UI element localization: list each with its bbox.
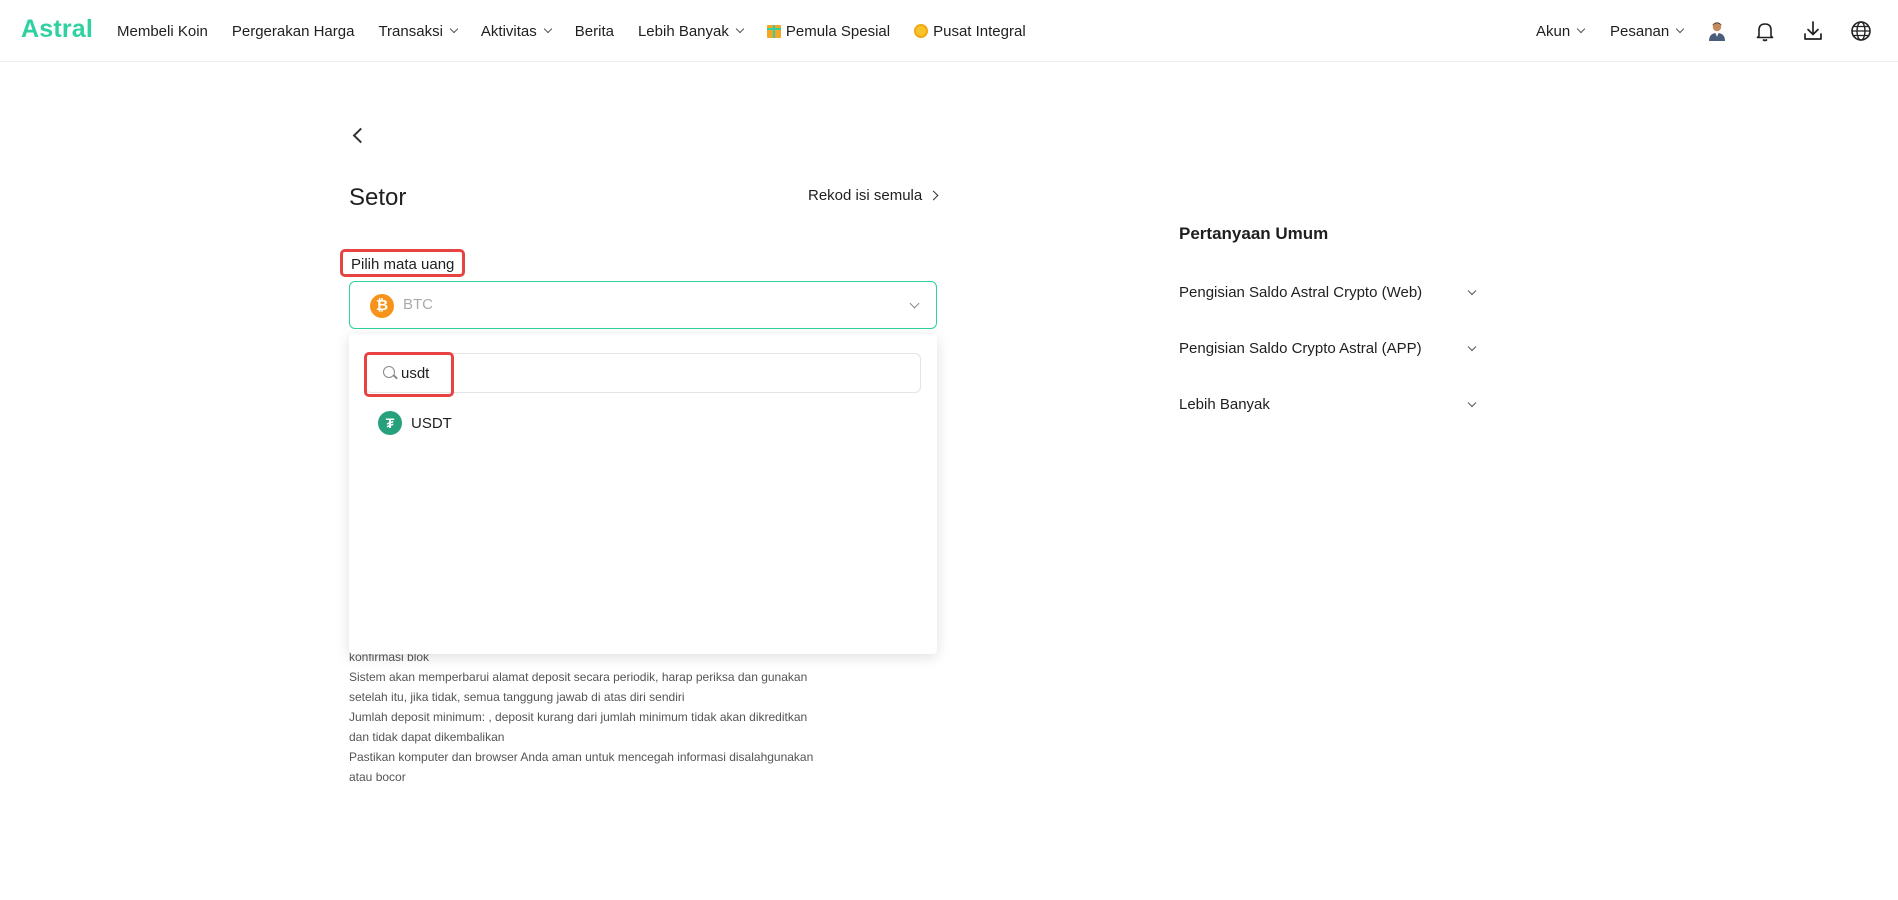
search-icon — [383, 366, 395, 378]
nav-item-integral-center[interactable]: Pusat Integral — [914, 23, 1026, 40]
faq-item-web-deposit[interactable]: Pengisian Saldo Astral Crypto (Web) — [1179, 284, 1481, 308]
currency-field-label: Pilih mata uang — [340, 249, 466, 277]
nav-item-price-movement[interactable]: Pergerakan Harga — [232, 23, 355, 40]
nav-item-transaction[interactable]: Transaksi — [378, 22, 459, 40]
chevron-right-icon — [928, 190, 939, 201]
nav-item-more[interactable]: Lebih Banyak — [637, 22, 745, 40]
note-line: setelah itu, jika tidak, semua tanggung … — [349, 690, 685, 704]
chevron-down-icon — [1576, 24, 1586, 34]
record-link-label: Rekod isi semula — [808, 187, 923, 204]
deposit-record-link[interactable]: Rekod isi semula — [808, 187, 939, 204]
chevron-down-icon — [1675, 24, 1685, 34]
nav-item-beginner-special[interactable]: Pemula Spesial — [766, 22, 891, 40]
globe-icon[interactable] — [1849, 19, 1873, 43]
chevron-down-icon — [1467, 342, 1477, 352]
chevron-down-icon — [1467, 398, 1477, 408]
chevron-down-icon — [909, 298, 920, 309]
page-title: Setor — [349, 184, 407, 211]
download-icon[interactable] — [1801, 19, 1825, 43]
faq-item-label: Lebih Banyak — [1179, 396, 1270, 413]
currency-search-input[interactable] — [401, 362, 821, 384]
currency-option-label: USDT — [411, 414, 452, 432]
gift-icon — [766, 24, 781, 38]
nav-label: Membeli Koin — [117, 22, 208, 40]
top-navigation-bar: Astral Membeli Koin Pergerakan Harga Tra… — [0, 0, 1898, 62]
account-label[interactable]: Akun — [1536, 22, 1586, 40]
chevron-down-icon — [449, 24, 459, 34]
note-line: atau bocor — [349, 770, 406, 784]
orders-menu[interactable]: Pesanan — [1610, 0, 1685, 62]
faq-item-more[interactable]: Lebih Banyak — [1179, 396, 1481, 420]
user-avatar-icon[interactable] — [1705, 19, 1729, 43]
chevron-down-icon — [735, 24, 745, 34]
currency-select[interactable]: ₿ BTC — [349, 281, 937, 329]
coin-icon — [914, 24, 929, 38]
faq-item-label: Pengisian Saldo Astral Crypto (Web) — [1179, 284, 1423, 301]
bell-icon[interactable] — [1753, 19, 1777, 43]
currency-option-usdt[interactable]: ₮ USDT — [378, 410, 918, 436]
nav-label: Pusat Integral — [933, 22, 1026, 40]
main-nav: Membeli Koin Pergerakan Harga Transaksi … — [117, 0, 1050, 62]
nav-label: Akun — [1536, 22, 1571, 40]
nav-label: Pergerakan Harga — [231, 22, 355, 40]
nav-item-activity[interactable]: Aktivitas — [480, 22, 553, 40]
bitcoin-icon: ₿ — [370, 294, 394, 318]
nav-label: Pemula Spesial — [785, 22, 891, 40]
note-line: Jumlah deposit minimum: , deposit kurang… — [349, 710, 808, 724]
nav-label: Pesanan — [1610, 22, 1670, 40]
nav-item-news[interactable]: Berita — [575, 23, 614, 40]
back-arrow-icon[interactable] — [351, 128, 365, 142]
account-menu[interactable]: Akun — [1536, 0, 1586, 62]
note-line: Sistem akan memperbarui alamat deposit s… — [349, 670, 808, 684]
nav-label: Berita — [574, 22, 614, 40]
nav-item-buy-coin[interactable]: Membeli Koin — [117, 23, 208, 40]
nav-label: Lebih Banyak — [637, 22, 729, 40]
nav-label: Aktivitas — [480, 22, 537, 40]
chevron-down-icon — [1467, 286, 1477, 296]
note-line: Pastikan komputer dan browser Anda aman … — [349, 750, 814, 764]
faq-item-app-deposit[interactable]: Pengisian Saldo Crypto Astral (APP) — [1179, 340, 1481, 364]
faq-item-label: Pengisian Saldo Crypto Astral (APP) — [1179, 340, 1422, 357]
chevron-down-icon — [543, 24, 553, 34]
note-line: dan tidak dapat dikembalikan — [349, 730, 505, 744]
deposit-notes: konfirmasi blok Sistem akan memperbarui … — [349, 647, 849, 787]
selected-currency: BTC — [403, 296, 433, 313]
tether-icon: ₮ — [378, 411, 402, 435]
orders-label[interactable]: Pesanan — [1610, 22, 1685, 40]
brand-logo[interactable]: Astral — [21, 15, 93, 44]
nav-label: Transaksi — [378, 22, 443, 40]
faq-title: Pertanyaan Umum — [1179, 224, 1329, 243]
